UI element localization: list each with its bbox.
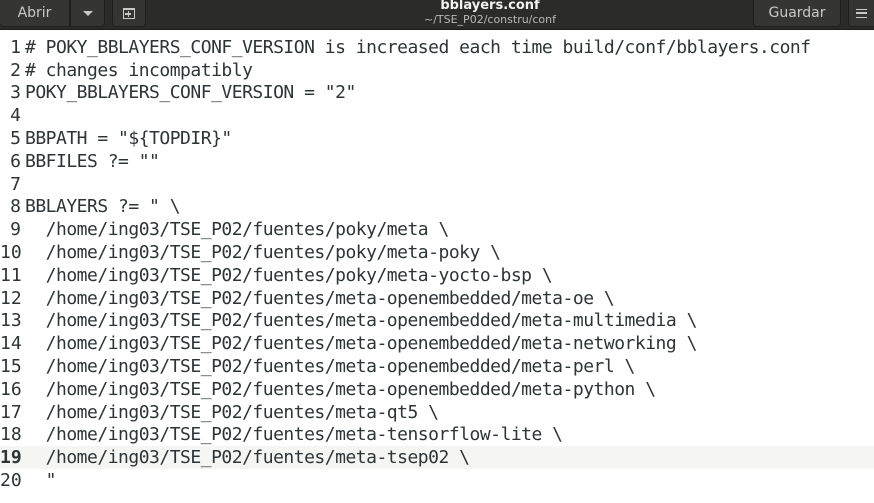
window-title-block: bblayers.conf ~/TSE_P02/constru/conf — [390, 0, 590, 27]
line-number: 4 — [10, 105, 21, 127]
hamburger-menu-icon — [856, 8, 867, 18]
line-text[interactable]: BBLAYERS ?= " \ — [21, 196, 181, 217]
line-number: 20 — [0, 470, 22, 492]
line-text[interactable]: POKY_BBLAYERS_CONF_VERSION = "2" — [21, 82, 356, 103]
editor-line[interactable]: 12 /home/ing03/TSE_P02/fuentes/meta-open… — [0, 287, 874, 310]
line-number: 8 — [10, 196, 21, 218]
line-number: 1 — [10, 36, 21, 58]
new-tab-button[interactable] — [112, 0, 146, 27]
window-subtitle: ~/TSE_P02/constru/conf — [423, 13, 557, 26]
line-text[interactable]: BBFILES ?= "" — [21, 151, 160, 172]
header-bar: Abrir bblayers.conf ~/TSE_P02/constru/co… — [0, 0, 874, 30]
editor-line[interactable]: 17 /home/ing03/TSE_P02/fuentes/meta-qt5 … — [0, 401, 874, 424]
save-button[interactable]: Guardar — [753, 0, 841, 27]
open-button[interactable]: Abrir — [0, 0, 70, 27]
line-number: 14 — [0, 333, 22, 355]
editor-line[interactable]: 5 BBPATH = "${TOPDIR}" — [0, 127, 874, 150]
line-text[interactable]: /home/ing03/TSE_P02/fuentes/meta-openemb… — [21, 356, 636, 377]
line-text[interactable]: /home/ing03/TSE_P02/fuentes/poky/meta \ — [21, 219, 450, 240]
line-number: 3 — [10, 82, 21, 104]
line-text[interactable]: /home/ing03/TSE_P02/fuentes/meta-openemb… — [21, 333, 698, 354]
save-button-label: Guardar — [768, 5, 826, 21]
line-number: 9 — [10, 219, 21, 241]
editor-line[interactable]: 9 /home/ing03/TSE_P02/fuentes/poky/meta … — [0, 218, 874, 241]
editor-line[interactable]: 1 # POKY_BBLAYERS_CONF_VERSION is increas… — [0, 36, 874, 59]
line-text[interactable]: /home/ing03/TSE_P02/fuentes/meta-openemb… — [21, 379, 656, 400]
editor-line[interactable]: 15 /home/ing03/TSE_P02/fuentes/meta-open… — [0, 355, 874, 378]
line-number: 19 — [0, 447, 22, 469]
editor-line[interactable]: 7 — [0, 173, 874, 196]
editor-line[interactable]: 8 BBLAYERS ?= " \ — [0, 196, 874, 219]
editor-line[interactable]: 13 /home/ing03/TSE_P02/fuentes/meta-open… — [0, 310, 874, 333]
line-text[interactable]: /home/ing03/TSE_P02/fuentes/poky/meta-yo… — [21, 265, 553, 286]
new-tab-icon — [123, 7, 135, 19]
line-text[interactable]: /home/ing03/TSE_P02/fuentes/meta-tsep02 … — [21, 447, 470, 468]
line-number: 16 — [0, 378, 22, 400]
editor-line[interactable]: 14 /home/ing03/TSE_P02/fuentes/meta-open… — [0, 332, 874, 355]
line-text[interactable]: # changes incompatibly — [21, 60, 253, 81]
line-text[interactable]: /home/ing03/TSE_P02/fuentes/meta-qt5 \ — [21, 402, 439, 423]
line-number: 13 — [0, 310, 22, 332]
editor-line[interactable]: 18 /home/ing03/TSE_P02/fuentes/meta-tens… — [0, 424, 874, 447]
open-menu-button[interactable] — [70, 0, 105, 27]
line-number: 5 — [10, 128, 21, 150]
line-text[interactable]: " — [21, 470, 57, 491]
line-text[interactable]: BBPATH = "${TOPDIR}" — [21, 128, 232, 149]
editor-line[interactable]: 10 /home/ing03/TSE_P02/fuentes/poky/meta… — [0, 241, 874, 264]
line-number: 15 — [0, 356, 22, 378]
line-text[interactable]: /home/ing03/TSE_P02/fuentes/meta-openemb… — [21, 310, 698, 331]
gedit-window: Abrir bblayers.conf ~/TSE_P02/constru/co… — [0, 0, 874, 503]
line-number: 11 — [0, 264, 22, 286]
editor-line[interactable]: 6 BBFILES ?= "" — [0, 150, 874, 173]
line-number: 18 — [0, 424, 22, 446]
editor-line[interactable]: 19 /home/ing03/TSE_P02/fuentes/meta-tsep… — [0, 446, 874, 470]
editor-line[interactable]: 4 — [0, 104, 874, 127]
line-text[interactable]: # POKY_BBLAYERS_CONF_VERSION is increase… — [21, 37, 811, 58]
main-menu-button[interactable] — [848, 0, 874, 27]
line-text[interactable]: /home/ing03/TSE_P02/fuentes/meta-openemb… — [21, 288, 615, 309]
open-button-label: Abrir — [17, 5, 52, 21]
chevron-down-icon — [82, 10, 93, 16]
text-editor[interactable]: 1 # POKY_BBLAYERS_CONF_VERSION is increas… — [0, 36, 874, 503]
line-number: 7 — [10, 173, 21, 195]
line-number: 17 — [0, 401, 22, 423]
editor-line[interactable]: 16 /home/ing03/TSE_P02/fuentes/meta-open… — [0, 378, 874, 401]
editor-line[interactable]: 20 " — [0, 469, 874, 492]
line-number: 10 — [0, 242, 22, 264]
editor-line[interactable]: 11 /home/ing03/TSE_P02/fuentes/poky/meta… — [0, 264, 874, 287]
window-title: bblayers.conf — [440, 0, 540, 13]
line-number: 12 — [0, 287, 22, 309]
line-number: 2 — [10, 59, 21, 81]
line-text[interactable]: /home/ing03/TSE_P02/fuentes/poky/meta-po… — [21, 242, 501, 263]
line-number: 6 — [10, 150, 21, 172]
line-text[interactable]: /home/ing03/TSE_P02/fuentes/meta-tensorf… — [21, 424, 563, 445]
editor-line[interactable]: 3 POKY_BBLAYERS_CONF_VERSION = "2" — [0, 82, 874, 105]
editor-line[interactable]: 2 # changes incompatibly — [0, 59, 874, 82]
